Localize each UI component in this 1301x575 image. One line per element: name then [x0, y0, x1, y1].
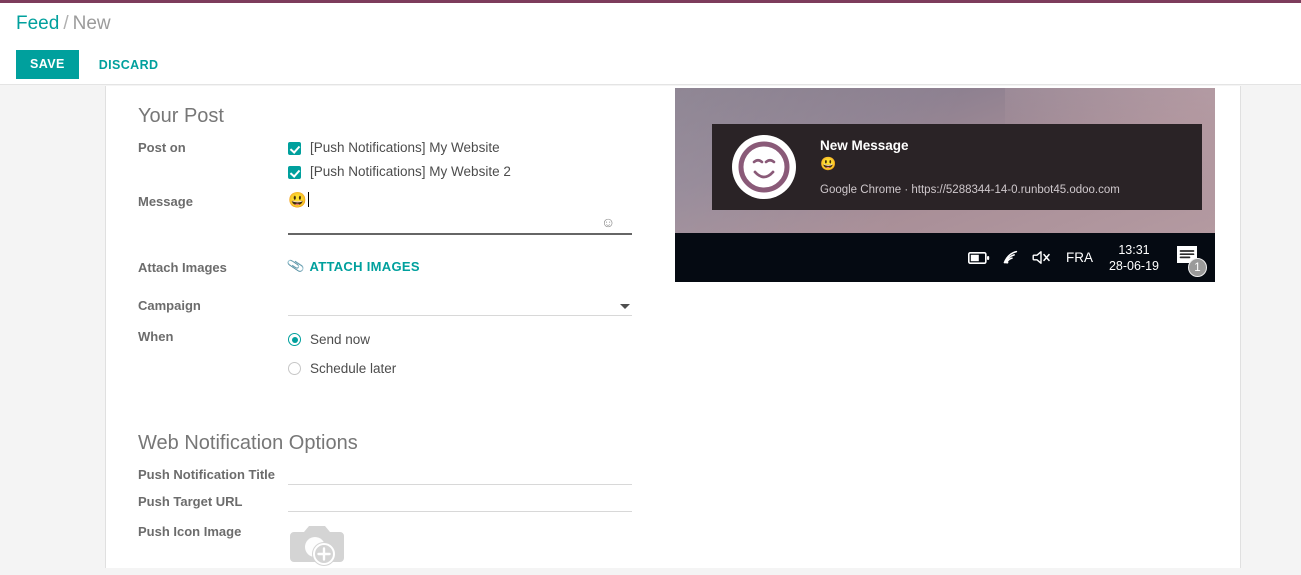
- push-target-url-input[interactable]: [288, 490, 632, 512]
- checkbox-icon[interactable]: [288, 141, 301, 155]
- value-attach-images: 📎 ATTACH IMAGES: [286, 256, 663, 275]
- field-row-message: Message 😃 ☺: [138, 190, 663, 240]
- notification-preview: New Message 😃 Google Chrome · https://52…: [675, 88, 1215, 282]
- field-row-attach-images: Attach Images 📎 ATTACH IMAGES: [138, 256, 663, 288]
- radio-label[interactable]: Send now: [310, 332, 370, 347]
- notification-source: Google Chrome · https://5288344-14-0.run…: [820, 183, 1120, 196]
- breadcrumb-current: New: [72, 13, 111, 34]
- message-value: 😃: [288, 192, 307, 209]
- radio-label[interactable]: Schedule later: [310, 361, 396, 376]
- volume-muted-icon[interactable]: [1030, 250, 1052, 265]
- form-fields-column: Your Post Post on [Push Notifications] M…: [138, 102, 663, 575]
- radio-option-send-now[interactable]: Send now: [288, 325, 663, 354]
- label-push-target-url: Push Target URL: [138, 494, 243, 509]
- smiley-face-avatar: [732, 135, 796, 199]
- field-row-push-icon-image: Push Icon Image: [138, 520, 663, 575]
- field-row-push-target-url: Push Target URL: [138, 490, 663, 517]
- notification-message: 😃: [820, 155, 837, 171]
- battery-icon[interactable]: [967, 251, 990, 265]
- message-text: 😃: [288, 191, 632, 211]
- text-caret: [307, 192, 309, 207]
- checkbox-label[interactable]: [Push Notifications] My Website 2: [310, 163, 511, 181]
- your-post-group-title: Your Post: [138, 105, 224, 127]
- radio-icon-selected[interactable]: [288, 333, 301, 346]
- taskbar: FRA 13:31 28-06-19 1: [675, 233, 1215, 282]
- attach-images-label: ATTACH IMAGES: [309, 258, 420, 274]
- web-notification-options-title: Web Notification Options: [138, 432, 358, 454]
- notification-badge-count: 1: [1188, 257, 1207, 277]
- clock[interactable]: 13:31 28-06-19: [1109, 242, 1159, 274]
- clock-time: 13:31: [1118, 242, 1150, 257]
- form-sheet: Your Post Post on [Push Notifications] M…: [105, 86, 1241, 568]
- campaign-input[interactable]: [288, 294, 632, 316]
- control-panel: Feed / New SAVE DISCARD: [0, 0, 1301, 85]
- checkbox-label[interactable]: [Push Notifications] My Website: [310, 139, 500, 157]
- field-row-post-on: Post on [Push Notifications] My Website …: [138, 136, 663, 184]
- field-row-campaign: Campaign: [138, 294, 663, 322]
- value-post-on: [Push Notifications] My Website [Push No…: [288, 136, 663, 184]
- radio-option-schedule-later[interactable]: Schedule later: [288, 354, 663, 383]
- smiley-icon[interactable]: ☺: [601, 215, 616, 230]
- label-push-icon-image: Push Icon Image: [138, 524, 242, 539]
- radio-icon[interactable]: [288, 362, 301, 375]
- field-row-push-notification-title: Push Notification Title: [138, 463, 663, 490]
- camera-add-icon[interactable]: [288, 520, 346, 570]
- value-when: Send now Schedule later: [288, 325, 663, 383]
- discard-button[interactable]: DISCARD: [93, 51, 165, 79]
- breadcrumb-root-link[interactable]: Feed: [16, 13, 59, 34]
- attach-images-button[interactable]: 📎 ATTACH IMAGES: [286, 256, 420, 275]
- value-push-notification-title: [288, 463, 663, 485]
- save-button[interactable]: SAVE: [16, 50, 79, 79]
- value-push-icon-image: [288, 520, 663, 575]
- clock-date: 28-06-19: [1108, 258, 1159, 273]
- push-notification-title-input[interactable]: [288, 463, 632, 485]
- value-message: 😃 ☺: [288, 190, 663, 235]
- record-action-buttons: SAVE DISCARD: [16, 50, 164, 79]
- label-when: When: [138, 329, 174, 344]
- notification-toast: New Message 😃 Google Chrome · https://52…: [712, 124, 1202, 210]
- label-campaign: Campaign: [138, 298, 201, 313]
- chevron-down-icon[interactable]: [620, 304, 630, 309]
- checkbox-icon[interactable]: [288, 165, 301, 179]
- checkbox-option-1[interactable]: [Push Notifications] My Website 2: [288, 160, 663, 184]
- notification-toast-body: New Message 😃 Google Chrome · https://52…: [820, 137, 1188, 198]
- field-row-when: When Send now Schedule later: [138, 325, 663, 383]
- app-screen: Feed / New SAVE DISCARD Your Post Post on …: [0, 0, 1301, 568]
- message-input[interactable]: 😃 ☺: [288, 190, 632, 235]
- system-tray: FRA 13:31 28-06-19 1: [957, 233, 1207, 282]
- checkbox-option-0[interactable]: [Push Notifications] My Website: [288, 136, 663, 160]
- notification-title: New Message: [820, 137, 909, 153]
- notification-center-icon[interactable]: 1: [1175, 243, 1207, 277]
- label-push-notification-title: Push Notification Title: [138, 467, 275, 482]
- wifi-icon[interactable]: [1001, 250, 1019, 265]
- label-post-on: Post on: [138, 140, 186, 155]
- paperclip-icon: 📎: [286, 256, 307, 275]
- breadcrumb: Feed / New: [16, 12, 111, 36]
- label-attach-images: Attach Images: [138, 260, 227, 275]
- breadcrumb-separator: /: [63, 13, 69, 34]
- language-indicator[interactable]: FRA: [1066, 250, 1093, 265]
- value-campaign: [288, 294, 663, 316]
- label-message: Message: [138, 194, 193, 209]
- value-push-target-url: [288, 490, 663, 512]
